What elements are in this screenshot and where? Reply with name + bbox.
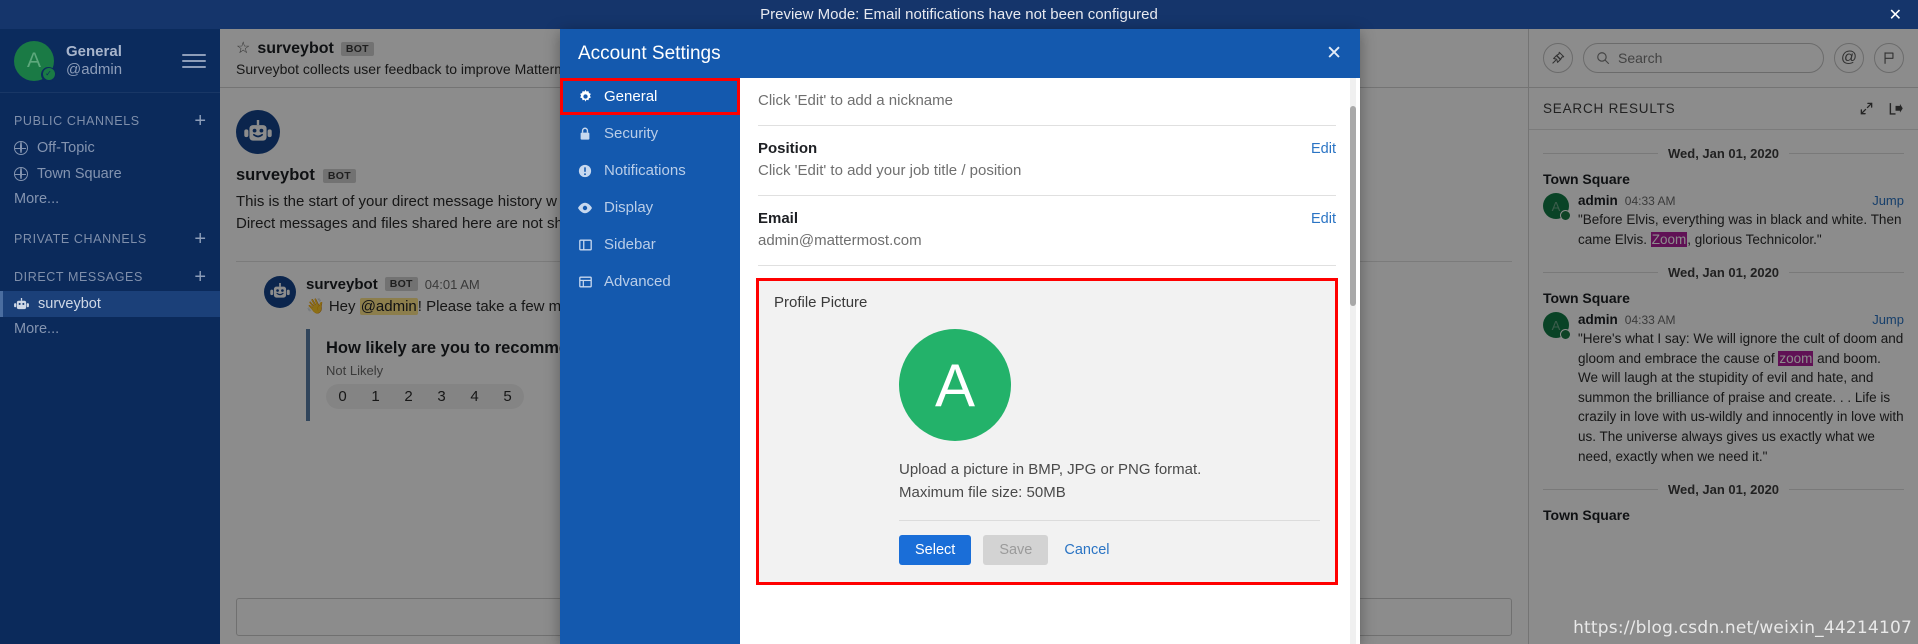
setting-row-email: Email Edit admin@mattermost.com [758,196,1336,266]
online-status-icon: ✓ [41,66,56,82]
section-label: DIRECT MESSAGES [14,270,143,284]
tab-general[interactable]: General [560,78,740,115]
globe-icon [14,167,28,181]
sidebar-header[interactable]: A ✓ General @admin [0,29,220,93]
setting-row-nickname: Click 'Edit' to add a nickname [758,78,1336,126]
tab-label: Display [604,199,654,216]
section-label: PUBLIC CHANNELS [14,114,140,128]
tab-label: Sidebar [604,236,656,253]
profile-picture-actions: Select Save Cancel [899,535,1320,565]
sidebar-item-off-topic[interactable]: Off-Topic [0,135,220,161]
tab-label: Advanced [604,273,671,290]
cancel-button[interactable]: Cancel [1060,535,1113,565]
edit-email-link[interactable]: Edit [1311,211,1336,227]
announcement-bar: Preview Mode: Email notifications have n… [0,0,1918,29]
avatar-letter: A [934,351,976,419]
advanced-icon [577,275,593,289]
team-name: General [66,42,122,60]
modal-body: General Security Notifications Display S… [560,78,1360,644]
sidebar-item-surveybot[interactable]: surveybot [0,291,220,317]
watermark: https://blog.csdn.net/weixin_44214107 [1573,618,1912,638]
settings-content: Click 'Edit' to add a nickname Position … [740,78,1360,644]
bell-alert-icon [577,164,593,178]
sidebar-section-direct-messages: DIRECT MESSAGES + [0,267,220,287]
tab-notifications[interactable]: Notifications [560,152,740,189]
nickname-value: Click 'Edit' to add a nickname [758,92,953,109]
sidebar-identity: General @admin [66,43,182,79]
account-settings-modal: Account Settings ✕ General Security Noti… [560,29,1360,644]
avatar: A ✓ [14,40,56,82]
select-button[interactable]: Select [899,535,972,565]
sidebar-item-town-square[interactable]: Town Square [0,161,220,187]
sidebar-item-label: Off-Topic [37,140,95,156]
settings-scroll-area: Click 'Edit' to add a nickname Position … [740,78,1360,644]
sidebar-more-direct-messages[interactable]: More... [0,317,220,341]
tab-advanced[interactable]: Advanced [560,263,740,300]
modal-title: Account Settings [578,42,721,64]
sidebar-section-public-channels: PUBLIC CHANNELS + [0,111,220,131]
sidebar-item-label: Town Square [37,166,122,182]
setting-row-position: Position Edit Click 'Edit' to add your j… [758,126,1336,196]
sidebar-item-label: surveybot [38,296,101,312]
sidebar-icon [577,238,593,252]
tab-label: Security [604,125,659,142]
tab-sidebar[interactable]: Sidebar [560,226,740,263]
tab-label: Notifications [604,162,686,179]
add-public-channel-icon[interactable]: + [194,111,206,131]
announcement-close-icon[interactable]: ✕ [1889,6,1902,23]
modal-header: Account Settings ✕ [560,29,1360,78]
lock-icon [577,126,593,141]
user-handle: @admin [66,60,123,78]
profile-picture-avatar: A [899,329,1011,441]
add-direct-message-icon[interactable]: + [194,267,206,287]
globe-icon [14,141,28,155]
settings-nav: General Security Notifications Display S… [560,78,740,644]
tab-label: General [604,88,658,105]
divider [899,520,1320,521]
profile-picture-label: Profile Picture [774,294,868,311]
online-status-check: ✓ [42,68,55,80]
bot-icon [14,297,29,309]
close-icon[interactable]: ✕ [1326,44,1342,63]
eye-icon [577,202,593,214]
tab-display[interactable]: Display [560,189,740,226]
email-label: Email [758,210,799,227]
email-value: admin@mattermost.com [758,232,922,249]
gear-icon [577,89,593,104]
hamburger-menu-icon[interactable] [182,53,206,68]
sidebar-more-public-channels[interactable]: More... [0,187,220,211]
announcement-text: Preview Mode: Email notifications have n… [760,6,1158,23]
sidebar-section-private-channels: PRIVATE CHANNELS + [0,229,220,249]
section-label: PRIVATE CHANNELS [14,232,147,246]
position-label: Position [758,140,818,157]
edit-position-link[interactable]: Edit [1311,141,1336,157]
profile-picture-help: Upload a picture in BMP, JPG or PNG form… [899,459,1320,504]
save-button: Save [983,535,1049,565]
add-private-channel-icon[interactable]: + [194,229,206,249]
max-file-size-text: Maximum file size: 50MB [899,483,1066,501]
team-sidebar: A ✓ General @admin PUBLIC CHANNELS + Off… [0,29,220,644]
position-value: Click 'Edit' to add your job title / pos… [758,162,1022,179]
upload-formats-text: Upload a picture in BMP, JPG or PNG form… [899,461,1202,478]
tab-security[interactable]: Security [560,115,740,152]
profile-picture-section: Profile Picture A Upload a picture in BM… [756,278,1338,585]
